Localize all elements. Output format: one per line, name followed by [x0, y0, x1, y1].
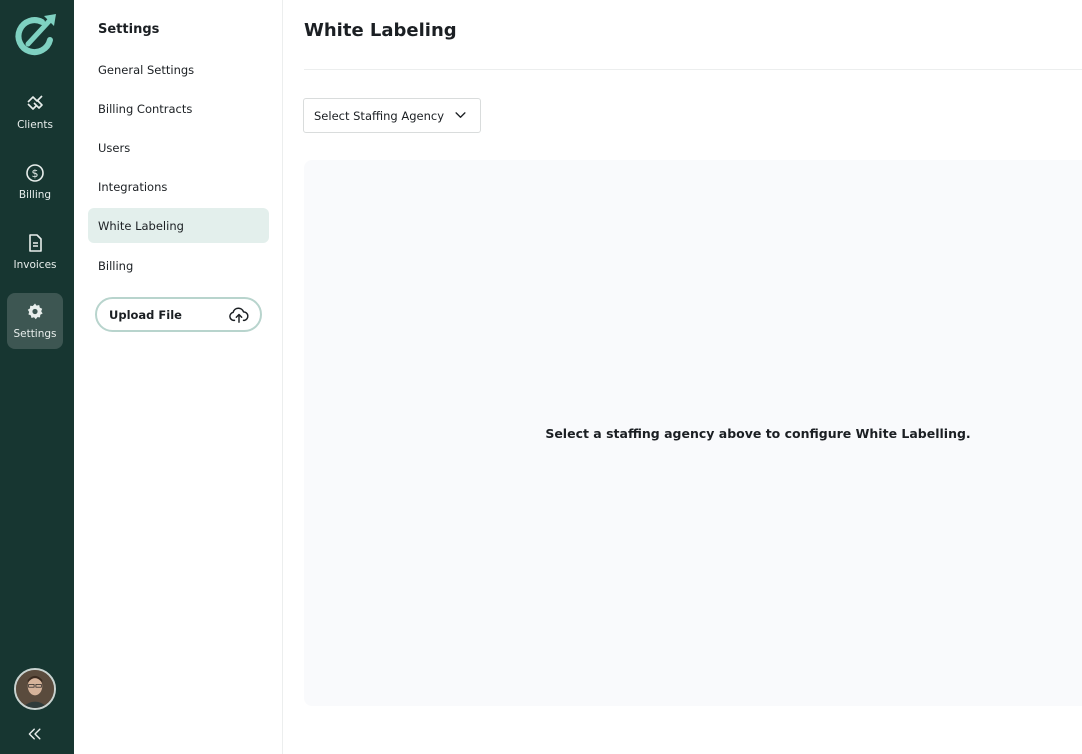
chevrons-left-icon [28, 728, 41, 740]
nav-item-white-labeling[interactable]: White Labeling [88, 208, 269, 243]
upload-file-label: Upload File [109, 307, 182, 322]
staffing-agency-select[interactable]: Select Staffing Agency [303, 98, 481, 133]
dollar-icon: $ [26, 164, 44, 182]
rail-item-clients[interactable]: Clients [7, 84, 63, 140]
page-title: White Labeling [304, 20, 457, 41]
nav-item-billing[interactable]: Billing [88, 248, 269, 283]
svg-text:$: $ [32, 167, 39, 180]
nav-item-billing-contracts[interactable]: Billing Contracts [88, 91, 269, 126]
app-logo-icon[interactable] [12, 12, 60, 60]
collapse-sidebar-button[interactable] [22, 724, 48, 744]
rail-label: Invoices [13, 259, 57, 271]
nav-item-general-settings[interactable]: General Settings [88, 52, 269, 87]
nav-item-users[interactable]: Users [88, 130, 269, 165]
user-avatar[interactable] [14, 668, 56, 710]
rail-item-billing[interactable]: $ Billing [7, 154, 63, 210]
empty-state-message: Select a staffing agency above to config… [545, 426, 971, 441]
upload-file-button[interactable]: Upload File [95, 297, 262, 332]
invoice-icon [29, 234, 42, 252]
rail-label: Settings [13, 328, 57, 340]
settings-nav-panel: Settings General Settings Billing Contra… [74, 0, 283, 754]
rail-label: Billing [18, 189, 52, 201]
header-divider [304, 69, 1082, 70]
chevron-down-icon [455, 112, 466, 118]
app-rail: Clients $ Billing Invoices Settings [0, 0, 74, 754]
rail-label: Clients [17, 119, 53, 131]
white-labeling-empty-state: Select a staffing agency above to config… [304, 160, 1082, 706]
rail-item-invoices[interactable]: Invoices [7, 224, 63, 280]
clients-icon [27, 95, 43, 110]
nav-item-integrations[interactable]: Integrations [88, 169, 269, 204]
cloud-upload-icon [229, 307, 249, 323]
gear-icon [27, 303, 43, 320]
settings-panel-title: Settings [98, 22, 160, 37]
staffing-agency-select-label: Select Staffing Agency [314, 108, 445, 123]
rail-item-settings[interactable]: Settings [7, 293, 63, 349]
